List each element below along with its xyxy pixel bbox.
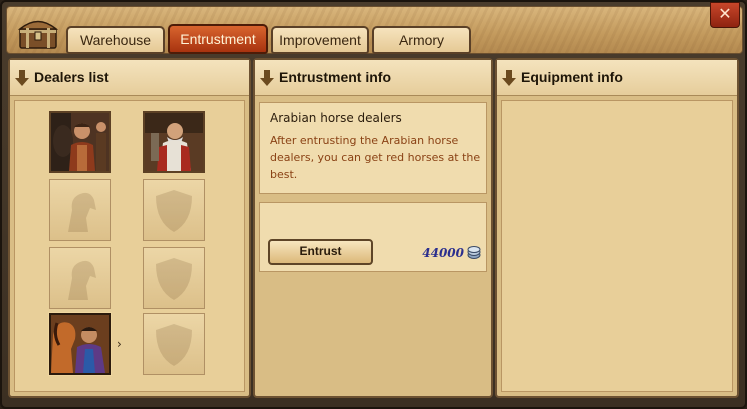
game-window: Warehouse Entrustment Improvement Armory… (0, 0, 747, 409)
dealer-info-box: Arabian horse dealers After entrusting t… (259, 102, 487, 194)
dealer-slot-soldier[interactable] (49, 111, 111, 173)
dealer-slot-empty (49, 247, 111, 309)
dealer-name: Arabian horse dealers (270, 111, 402, 125)
tab-armory[interactable]: Armory (372, 26, 471, 54)
panel-title: Dealers list (34, 69, 109, 85)
horse-silhouette-icon (68, 260, 96, 300)
panel-title: Entrustment info (279, 69, 391, 85)
shield-silhouette-icon (156, 258, 192, 300)
equipment-info-header: Equipment info (497, 60, 737, 96)
soldier-dealer-portrait (51, 113, 109, 171)
title-strip: Warehouse Entrustment Improvement Armory (6, 6, 743, 54)
arabian-horse-dealer-portrait (51, 315, 109, 373)
equipment-info-body (501, 100, 733, 392)
panel-title: Equipment info (521, 69, 623, 85)
entrust-cost: 44000 (422, 246, 464, 260)
armor-merchant-portrait (145, 113, 203, 171)
dealer-slot-empty (143, 247, 205, 309)
dealer-slot-empty (143, 313, 205, 375)
dealer-slot-arabian-horse[interactable] (49, 313, 111, 375)
entrustment-info-header: Entrustment info (255, 60, 491, 96)
entrust-button[interactable]: Entrust (268, 239, 373, 265)
horse-silhouette-icon (68, 192, 96, 232)
silver-coin-icon (467, 246, 481, 259)
equipment-info-panel: Equipment info (495, 58, 739, 398)
dealer-slot-armor-merchant[interactable] (143, 111, 205, 173)
chevron-right-icon[interactable]: › (117, 337, 122, 351)
close-button[interactable]: ✕ (710, 2, 740, 28)
arrow-down-icon (260, 70, 274, 86)
dealer-slot-empty (49, 179, 111, 241)
arrow-down-icon (502, 70, 516, 86)
close-icon: ✕ (718, 4, 732, 23)
entrust-action-box: Entrust 44000 (259, 202, 487, 272)
dealers-list-panel: Dealers list › (8, 58, 251, 398)
shield-silhouette-icon (156, 190, 192, 232)
tab-entrustment[interactable]: Entrustment (168, 24, 268, 54)
entrustment-info-panel: Entrustment info Arabian horse dealers A… (253, 58, 493, 398)
tab-warehouse[interactable]: Warehouse (66, 26, 165, 54)
dealer-description: After entrusting the Arabian horse deale… (270, 134, 481, 181)
dealer-slot-empty (143, 179, 205, 241)
shield-silhouette-icon (156, 324, 192, 366)
dealers-grid: › (14, 100, 245, 392)
arrow-down-icon (15, 70, 29, 86)
tab-improvement[interactable]: Improvement (271, 26, 369, 54)
dealers-list-header: Dealers list (10, 60, 249, 96)
chest-icon (17, 20, 59, 49)
